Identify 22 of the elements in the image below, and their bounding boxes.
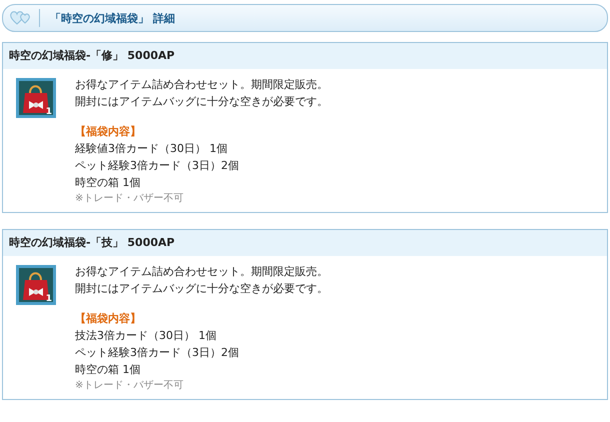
hearts-icon: [9, 10, 33, 26]
contents-item: ペット経験3倍カード（3日）2個: [75, 345, 240, 361]
description-text: お得なアイテム詰め合わせセット。期間限定販売。: [75, 264, 328, 280]
note-text: ※トレード・バザー不可: [75, 379, 184, 393]
contents-item: 経験値3倍カード（30日） 1個: [75, 141, 228, 157]
description-text: お得なアイテム詰め合わせセット。期間限定販売。: [75, 77, 328, 93]
card-title: 時空の幻域福袋-「修」 5000AP: [3, 43, 607, 69]
contents-item: 技法3倍カード（30日） 1個: [75, 328, 218, 344]
description-text: 開封にはアイテムバッグに十分な空きが必要です。: [75, 281, 328, 297]
contents-heading: 【福袋内容】: [75, 124, 142, 140]
bag-icon: [16, 265, 56, 305]
contents-item: ペット経験3倍カード（3日）2個: [75, 158, 240, 174]
header-title: 「時空の幻域福袋」 詳細: [50, 10, 175, 26]
contents-item: 時空の箱 1個: [75, 362, 142, 378]
description-text: 開封にはアイテムバッグに十分な空きが必要です。: [75, 94, 328, 110]
contents-item: 時空の箱 1個: [75, 175, 142, 191]
card-title: 時空の幻域福袋-「技」 5000AP: [3, 230, 607, 256]
quantity-label: 1: [46, 294, 52, 304]
note-text: ※トレード・バザー不可: [75, 192, 184, 206]
contents-heading: 【福袋内容】: [75, 311, 142, 327]
quantity-label: 1: [46, 107, 52, 117]
bag-icon: [16, 78, 56, 118]
